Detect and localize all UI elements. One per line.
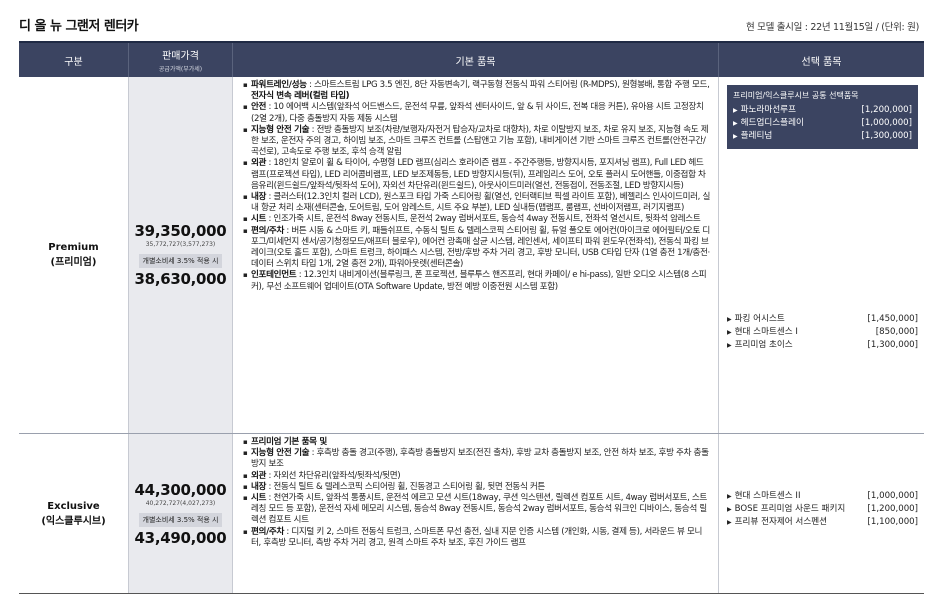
option-item: ▶ 프리미엄 초이스 [1,300,000]	[727, 339, 918, 352]
common-option-title: 프리미엄/익스클루시브 공통 선택품목	[733, 91, 859, 100]
option-label: ▶ 프리뷰 전자제어 서스펜션	[727, 517, 828, 527]
table-header: 구분 판매가격 공급가액(부가세) 기본 품목 선택 품목	[19, 43, 924, 77]
option-label: ▶ 파노라마선루프	[733, 105, 796, 115]
common-option-item: ▶ 헤드업디스플레이 [1,000,000]	[733, 117, 912, 130]
option-label: ▶ BOSE 프리미엄 사운드 패키지	[727, 504, 846, 514]
option-item: ▶ 프리뷰 전자제어 서스펜션 [1,100,000]	[727, 516, 918, 529]
option-list: ▶ 현대 스마트센스 II [1,000,000] ▶ BOSE 프리미엄 사운드 패키…	[727, 490, 918, 529]
price-table: 구분 판매가격 공급가액(부가세) 기본 품목 선택 품목 Premium (프…	[19, 41, 924, 594]
triangle-icon: ▶	[733, 133, 738, 140]
price-with-tax: 38,630,000	[134, 270, 227, 288]
basic-item: 지능형 안전 기술 : 후측방 충돌 경고(주행), 후측방 충돌방지 보조(전…	[243, 448, 710, 470]
option-label: ▶ 프리미엄 초이스	[727, 340, 793, 350]
common-option-box: 프리미엄/익스클루시브 공통 선택품목 ▶ 파노라마선루프 [1,200,000] ▶…	[727, 85, 918, 149]
triangle-icon: ▶	[733, 107, 738, 114]
header-price-sub: 공급가액(부가세)	[158, 66, 203, 73]
option-price: [1,450,000]	[867, 314, 918, 324]
price-main: 44,300,000	[134, 480, 227, 499]
basic-items-cell: 프리미엄 기본 품목 및지능형 안전 기술 : 후측방 충돌 경고(주행), 후…	[233, 434, 719, 593]
price-detail: 40,272,727(4,027,273)	[145, 499, 216, 507]
header-option: 선택 품목	[719, 43, 924, 77]
triangle-icon: ▶	[727, 493, 732, 500]
tax-badge: 개별소비세 3.5% 적용 시	[138, 512, 223, 527]
release-info: 현 모델 출시일 : 22년 11월15일 / (단위: 원)	[745, 22, 919, 33]
header-gubun-label: 구분	[64, 56, 83, 68]
price-cell: 39,350,000 35,772,727(3,577,273) 개별소비세 3…	[129, 77, 233, 433]
option-label: ▶ 헤드업디스플레이	[733, 118, 804, 128]
page-frame: 디 올 뉴 그랜저 렌터카 현 모델 출시일 : 22년 11월15일 / (단…	[5, 5, 933, 600]
option-item: ▶ 현대 스마트센스 II [1,000,000]	[727, 490, 918, 503]
basic-item: 편의/주차 : 버튼 시동 & 스마트 키, 패들쉬프트, 수동식 틸트 & 텔…	[243, 226, 710, 271]
header-basic-label: 기본 품목	[455, 56, 496, 68]
triangle-icon: ▶	[733, 120, 738, 127]
table-row-exclusive: Exclusive (익스클루시브) 44,300,000 40,272,727…	[19, 434, 924, 594]
option-price: [1,200,000]	[867, 504, 918, 514]
basic-item: 시트 : 천연가죽 시트, 앞좌석 통풍시트, 운전석 에르고 모션 시트(18…	[243, 493, 710, 527]
option-items-cell: 프리미엄/익스클루시브 공통 선택품목 ▶ 파노라마선루프 [1,200,000] ▶…	[719, 77, 924, 433]
option-price: [1,300,000]	[867, 340, 918, 350]
header-gubun: 구분	[19, 43, 129, 77]
basic-item: 시트 : 인조가죽 시트, 운전석 8way 전동시트, 운전석 2way 럼버…	[243, 214, 710, 225]
price-detail: 35,772,727(3,577,273)	[145, 241, 216, 248]
triangle-icon: ▶	[727, 316, 732, 323]
page-title: 디 올 뉴 그랜저 렌터카	[19, 19, 139, 34]
basic-item: 내장 : 전동식 틸트 & 텔레스코픽 스티어링 휠, 진동경고 스티어링 휠,…	[243, 482, 710, 493]
basic-item: 외관 : 18인치 알로이 휠 & 타이어, 수평형 LED 램프(심리스 호라…	[243, 158, 710, 192]
option-label: ▶ 현대 스마트센스 II	[727, 491, 801, 501]
option-price: [1,100,000]	[867, 517, 918, 527]
option-label: ▶ 파킹 어시스트	[727, 314, 785, 324]
option-price: [1,200,000]	[861, 105, 912, 115]
option-list: ▶ 파킹 어시스트 [1,450,000] ▶ 현대 스마트센스 I [850,000] ▶…	[727, 313, 918, 352]
common-option-item: ▶ 파노라마선루프 [1,200,000]	[733, 104, 912, 117]
trim-name: Premium	[48, 242, 99, 253]
header-basic: 기본 품목	[233, 43, 719, 77]
basic-items-cell: 파워트레인/성능 : 스마트스트림 LPG 3.5 엔진, 8단 자동변속기, …	[233, 77, 719, 433]
price-cell: 44,300,000 40,272,727(4,027,273) 개별소비세 3…	[129, 434, 233, 593]
table-row-premium: Premium (프리미엄) 39,350,000 35,772,727(3,5…	[19, 77, 924, 434]
option-price: [1,000,000]	[861, 118, 912, 128]
triangle-icon: ▶	[727, 506, 732, 513]
basic-item: 지능형 안전 기술 : 전방 충돌방지 보조(차량/보행자/자전거 탑승자/교차…	[243, 125, 710, 159]
basic-item: 외관 : 자외선 차단유리(앞좌석/뒷좌석/뒷면)	[243, 471, 710, 482]
header-price: 판매가격 공급가액(부가세)	[129, 43, 233, 77]
option-label: ▶ 플레티넘	[733, 131, 773, 141]
triangle-icon: ▶	[727, 342, 732, 349]
header-price-label: 판매가격	[162, 51, 199, 62]
basic-item: 인포테인먼트 : 12.3인치 내비게이션(블루링크, 폰 프로젝션, 블루투스…	[243, 270, 710, 292]
header-option-label: 선택 품목	[801, 56, 842, 68]
trim-name-cell: Exclusive (익스클루시브)	[19, 434, 129, 593]
option-item: ▶ BOSE 프리미엄 사운드 패키지 [1,200,000]	[727, 503, 918, 516]
trim-name-cell: Premium (프리미엄)	[19, 77, 129, 433]
basic-item: 안전 : 10 에어백 시스템(앞좌석 어드밴스드, 운전석 무릎, 앞좌석 센…	[243, 102, 710, 124]
trim-name: Exclusive	[47, 500, 100, 512]
option-price: [1,000,000]	[867, 491, 918, 501]
option-price: [1,300,000]	[861, 131, 912, 141]
option-price: [850,000]	[875, 327, 918, 337]
basic-item: 프리미엄 기본 품목 및	[243, 437, 710, 448]
option-items-cell: ▶ 현대 스마트센스 II [1,000,000] ▶ BOSE 프리미엄 사운드 패키…	[719, 434, 924, 593]
option-label: ▶ 현대 스마트센스 I	[727, 327, 798, 337]
basic-item: 파워트레인/성능 : 스마트스트림 LPG 3.5 엔진, 8단 자동변속기, …	[243, 80, 710, 102]
basic-item: 편의/주차 : 디지털 키 2, 스마트 전동식 트렁크, 스마트폰 무선 충전…	[243, 527, 710, 549]
basic-item: 내장 : 클러스터(12.3인치 컬러 LCD), 원스포크 타입 가죽 스티어…	[243, 192, 710, 214]
price-main: 39,350,000	[134, 222, 227, 240]
trim-name-ko: (익스클루시브)	[41, 515, 106, 527]
common-option-item: ▶ 플레티넘 [1,300,000]	[733, 130, 912, 143]
option-item: ▶ 파킹 어시스트 [1,450,000]	[727, 313, 918, 326]
tax-badge: 개별소비세 3.5% 적용 시	[138, 254, 223, 268]
trim-name-ko: (프리미엄)	[50, 257, 97, 268]
option-item: ▶ 현대 스마트센스 I [850,000]	[727, 326, 918, 339]
triangle-icon: ▶	[727, 519, 732, 526]
price-with-tax: 43,490,000	[134, 528, 227, 547]
triangle-icon: ▶	[727, 329, 732, 336]
